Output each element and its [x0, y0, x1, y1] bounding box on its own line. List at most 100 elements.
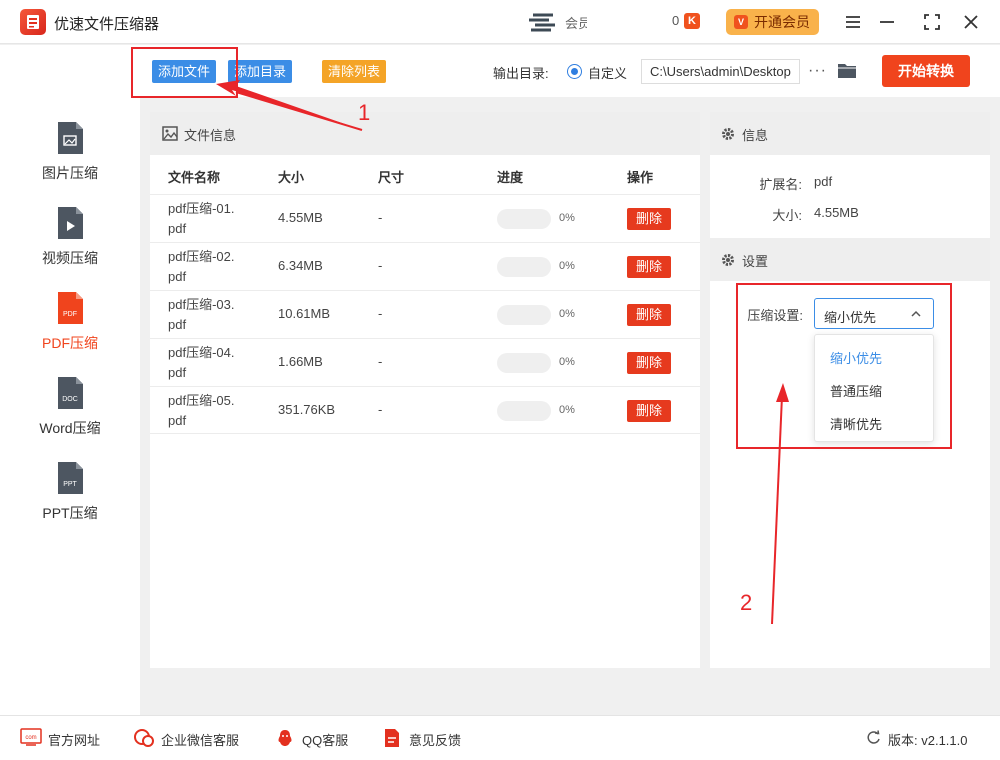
file-size: 10.61MB [278, 306, 331, 321]
close-icon[interactable] [960, 11, 982, 33]
gear-icon [722, 254, 734, 266]
image-icon [162, 126, 178, 141]
custom-dir-radio-label[interactable]: 自定义 [588, 63, 627, 82]
table-row[interactable]: pdf压缩-02. pdf 6.34MB - 0% 删除 [150, 242, 700, 290]
wechat-support-link[interactable]: 企业微信客服 [161, 730, 239, 749]
watermark-text: 会员 [565, 16, 587, 31]
toolbar: 添加文件 添加目录 清除列表 输出目录: 自定义 C:\Users\admin\… [140, 45, 1000, 97]
info-title: 信息 [742, 128, 769, 143]
annotation-number-1: 1 [358, 100, 371, 125]
file-dimensions: - [378, 402, 383, 417]
folder-icon[interactable] [837, 62, 857, 79]
annotation-number-2: 2 [740, 590, 753, 615]
delete-button[interactable]: 删除 [627, 304, 671, 326]
progress-text: 0% [559, 404, 575, 416]
maximize-icon[interactable] [921, 11, 943, 33]
option-clarity-first[interactable]: 清晰优先 [830, 414, 882, 433]
open-vip-button[interactable]: V 开通会员 [726, 9, 819, 35]
file-dimensions: - [378, 258, 383, 273]
sidebar-item-ppt-compress[interactable]: PPT PPT压缩 [0, 461, 140, 531]
sidebar-item-label: Word压缩 [39, 420, 101, 436]
add-file-button[interactable]: 添加文件 [152, 60, 217, 83]
file-panel-title: 文件信息 [184, 128, 237, 143]
sidebar-item-video-compress[interactable]: 视频压缩 [0, 206, 140, 276]
add-folder-button[interactable]: 添加目录 [228, 60, 293, 83]
app-logo-icon [20, 9, 46, 35]
delete-button[interactable]: 删除 [627, 400, 671, 422]
file-name: pdf压缩-03. pdf [168, 297, 235, 332]
progress-bar [497, 305, 551, 325]
start-convert-button[interactable]: 开始转换 [882, 55, 970, 87]
info-header: 信息 [710, 112, 990, 155]
compress-setting-select[interactable]: 缩小优先 [814, 298, 934, 329]
vip-k-icon: K [684, 13, 700, 29]
file-size: 6.34MB [278, 258, 323, 273]
col-header-size: 大小 [278, 170, 305, 185]
file-name: pdf压缩-01. pdf [168, 201, 235, 236]
pdf-icon-text: PDF [63, 311, 77, 318]
menu-icon[interactable] [842, 11, 864, 33]
more-options-icon[interactable]: ··· [808, 62, 827, 80]
qq-support-link[interactable]: QQ客服 [302, 730, 348, 749]
sidebar-item-label: 图片压缩 [42, 165, 98, 181]
progress-text: 0% [559, 308, 575, 320]
table-row[interactable]: pdf压缩-03. pdf 10.61MB - 0% 删除 [150, 290, 700, 338]
progress-bar [497, 353, 551, 373]
progress-text: 0% [559, 260, 575, 272]
sidebar-item-pdf-compress[interactable]: PDF PDF压缩 [0, 291, 140, 361]
qq-icon [278, 730, 292, 746]
custom-dir-radio[interactable] [567, 64, 582, 79]
official-website-link[interactable]: 官方网址 [48, 730, 100, 749]
output-path-input[interactable]: C:\Users\admin\Desktop [641, 59, 800, 84]
clear-list-button[interactable]: 清除列表 [322, 60, 387, 83]
compress-setting-value: 缩小优先 [824, 310, 877, 325]
wechat-icon [134, 729, 154, 747]
vip-badge-icon: V [734, 15, 748, 29]
file-dimensions: - [378, 354, 383, 369]
feedback-icon [385, 729, 399, 747]
option-normal-compress[interactable]: 普通压缩 [830, 381, 882, 400]
col-header-progress: 进度 [497, 170, 524, 185]
delete-button[interactable]: 删除 [627, 352, 671, 374]
col-header-dimensions: 尺寸 [378, 170, 405, 185]
svg-text:com: com [25, 735, 36, 741]
compress-options-dropdown: 缩小优先 普通压缩 清晰优先 [814, 334, 934, 442]
size-value: 4.55MB [814, 205, 859, 220]
file-dimensions: - [378, 210, 383, 225]
option-smaller-first[interactable]: 缩小优先 [830, 348, 882, 367]
sidebar-item-image-compress[interactable]: 图片压缩 [0, 121, 140, 191]
app-title: 优速文件压缩器 [54, 16, 160, 33]
pdf-file-icon: PDF [58, 292, 83, 324]
file-size: 4.55MB [278, 210, 323, 225]
title-bar: 优速文件压缩器 会员 0 K V 开通会员 [0, 0, 1000, 44]
video-file-icon [58, 207, 83, 239]
partial-text: 0 [672, 13, 680, 28]
website-icon: com [20, 728, 42, 746]
delete-button[interactable]: 删除 [627, 208, 671, 230]
sidebar-item-label: 视频压缩 [42, 250, 98, 266]
open-vip-label: 开通会员 [754, 14, 810, 30]
image-file-icon [58, 122, 83, 154]
table-row[interactable]: pdf压缩-01. pdf 4.55MB - 0% 删除 [150, 194, 700, 242]
sidebar-item-word-compress[interactable]: DOC Word压缩 [0, 376, 140, 446]
file-size: 351.76KB [278, 402, 336, 417]
minimize-icon[interactable] [876, 11, 898, 33]
doc-file-icon: DOC [58, 377, 83, 409]
ppt-icon-text: PPT [63, 481, 77, 488]
delete-button[interactable]: 删除 [627, 256, 671, 278]
file-list-panel: 文件信息 文件名称 大小 尺寸 进度 操作 pdf压缩-01. pdf 4.55M… [150, 112, 700, 668]
progress-text: 0% [559, 356, 575, 368]
sidebar: 图片压缩 视频压缩 PDF PDF压缩 DOC Word压缩 PPT PPT压缩 [0, 45, 140, 715]
refresh-icon[interactable] [866, 730, 881, 745]
progress-bar [497, 401, 551, 421]
table-row[interactable]: pdf压缩-05. pdf 351.76KB - 0% 删除 [150, 386, 700, 434]
table-row[interactable]: pdf压缩-04. pdf 1.66MB - 0% 删除 [150, 338, 700, 386]
file-size: 1.66MB [278, 354, 323, 369]
file-name: pdf压缩-05. pdf [168, 393, 235, 428]
feedback-link[interactable]: 意见反馈 [409, 730, 461, 749]
col-header-action: 操作 [627, 170, 654, 185]
ppt-file-icon: PPT [58, 462, 83, 494]
file-name: pdf压缩-04. pdf [168, 345, 235, 380]
progress-bar [497, 209, 551, 229]
compress-setting-label: 压缩设置: [747, 308, 803, 323]
